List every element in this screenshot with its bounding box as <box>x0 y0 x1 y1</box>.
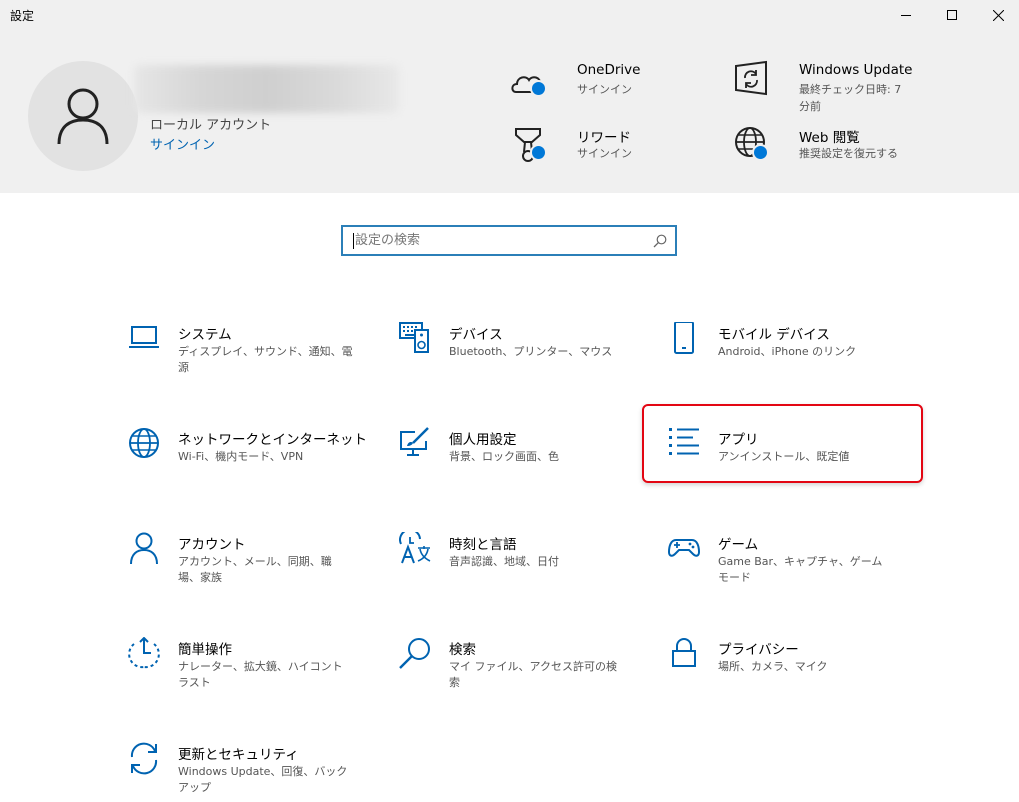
web-browsing-item[interactable]: Web 閲覧 推奨設定を復元する <box>732 124 932 184</box>
sync-arrows-icon <box>130 742 158 775</box>
category-title: アプリ <box>718 432 759 448</box>
category-desc: Windows Update、回復、バックアップ <box>178 765 348 794</box>
maximize-button[interactable] <box>929 0 975 30</box>
rewards-item[interactable]: リワード サインイン <box>510 124 720 184</box>
windows-update-icon <box>735 60 767 96</box>
category-title: システム <box>178 327 232 343</box>
search-box[interactable] <box>341 225 677 256</box>
category-desc: アカウント、メール、同期、職場、家族 <box>178 555 332 584</box>
category-desc: マイ ファイル、アクセス許可の検索 <box>449 660 617 689</box>
window-title: 設定 <box>10 9 35 23</box>
category-system[interactable]: システム ディスプレイ、サウンド、通知、電源 <box>128 322 368 382</box>
lock-icon <box>672 638 696 667</box>
magnifier-icon <box>399 638 430 669</box>
category-title: 時刻と言語 <box>449 537 517 553</box>
windows-update-title: Windows Update <box>799 62 913 78</box>
search-input[interactable] <box>355 227 645 254</box>
category-mobile-devices[interactable]: モバイル デバイス Android、iPhone のリンク <box>668 322 908 382</box>
category-title: デバイス <box>449 327 503 343</box>
category-desc: アンインストール、既定値 <box>718 450 850 463</box>
laptop-icon <box>129 326 159 348</box>
category-devices[interactable]: デバイス Bluetooth、プリンター、マウス <box>399 322 639 382</box>
person-icon <box>130 532 158 565</box>
time-language-icon <box>399 532 431 564</box>
category-desc: Bluetooth、プリンター、マウス <box>449 345 613 358</box>
category-accounts[interactable]: アカウント アカウント、メール、同期、職場、家族 <box>128 532 368 592</box>
category-title: モバイル デバイス <box>718 327 830 343</box>
web-browsing-sub: 推奨設定を復元する <box>799 147 898 160</box>
onedrive-sub: サインイン <box>577 83 632 96</box>
ease-of-access-icon <box>128 637 160 669</box>
category-title: 簡単操作 <box>178 642 232 658</box>
app-list-icon <box>669 428 699 455</box>
person-icon <box>57 88 109 145</box>
category-title: プライバシー <box>718 642 799 658</box>
category-time-language[interactable]: 時刻と言語 音声認識、地域、日付 <box>399 532 639 592</box>
title-bar: 設定 <box>0 0 1019 30</box>
search-icon[interactable] <box>653 234 667 248</box>
text-caret <box>353 233 354 249</box>
category-title: ゲーム <box>718 537 759 553</box>
keyboard-speaker-icon <box>399 322 429 353</box>
category-title: ネットワークとインターネット <box>178 432 367 448</box>
category-network[interactable]: ネットワークとインターネット Wi-Fi、機内モード、VPN <box>128 427 368 487</box>
minimize-button[interactable] <box>883 0 929 30</box>
category-ease-of-access[interactable]: 簡単操作 ナレーター、拡大鏡、ハイコントラスト <box>128 637 368 697</box>
account-type: ローカル アカウント <box>150 118 272 133</box>
signin-link[interactable]: サインイン <box>150 134 215 153</box>
web-browsing-badge <box>752 144 769 161</box>
gamepad-icon <box>668 539 701 557</box>
onedrive-title: OneDrive <box>577 62 641 78</box>
username-blurred <box>134 65 399 113</box>
close-button[interactable] <box>975 0 1019 30</box>
close-icon <box>992 9 1004 21</box>
paint-monitor-icon <box>400 427 429 456</box>
category-privacy[interactable]: プライバシー 場所、カメラ、マイク <box>668 637 908 697</box>
category-desc: Android、iPhone のリンク <box>718 345 857 358</box>
category-desc: ナレーター、拡大鏡、ハイコントラスト <box>178 660 343 689</box>
category-update-security[interactable]: 更新とセキュリティ Windows Update、回復、バックアップ <box>128 742 368 802</box>
phone-icon <box>674 322 694 354</box>
onedrive-item[interactable]: OneDrive サインイン <box>510 60 720 120</box>
category-desc: Wi-Fi、機内モード、VPN <box>178 450 304 463</box>
globe-icon <box>129 428 159 458</box>
onedrive-badge <box>530 80 547 97</box>
category-title: 検索 <box>449 642 476 658</box>
rewards-title: リワード <box>577 130 631 146</box>
rewards-badge <box>530 144 547 161</box>
category-desc: ディスプレイ、サウンド、通知、電源 <box>178 345 353 374</box>
category-apps[interactable]: アプリ アンインストール、既定値 <box>668 427 908 487</box>
category-personalization[interactable]: 個人用設定 背景、ロック画面、色 <box>399 427 639 487</box>
category-desc: Game Bar、キャプチャ、ゲーム モード <box>718 555 883 584</box>
avatar[interactable] <box>28 61 138 171</box>
account-header: ローカル アカウント サインイン OneDrive サインイン Windows … <box>0 30 1019 193</box>
windows-update-sub: 最終チェック日時: 7 分前 <box>799 83 902 113</box>
category-title: 更新とセキュリティ <box>178 747 299 763</box>
category-gaming[interactable]: ゲーム Game Bar、キャプチャ、ゲーム モード <box>668 532 908 592</box>
category-desc: 背景、ロック画面、色 <box>449 450 559 463</box>
web-browsing-title: Web 閲覧 <box>799 130 860 146</box>
category-search[interactable]: 検索 マイ ファイル、アクセス許可の検索 <box>399 637 639 697</box>
minimize-icon <box>901 15 911 16</box>
category-title: アカウント <box>178 537 246 553</box>
category-desc: 場所、カメラ、マイク <box>718 660 828 673</box>
rewards-sub: サインイン <box>577 147 632 160</box>
category-desc: 音声認識、地域、日付 <box>449 555 559 568</box>
maximize-icon <box>947 10 957 20</box>
category-title: 個人用設定 <box>449 432 517 448</box>
